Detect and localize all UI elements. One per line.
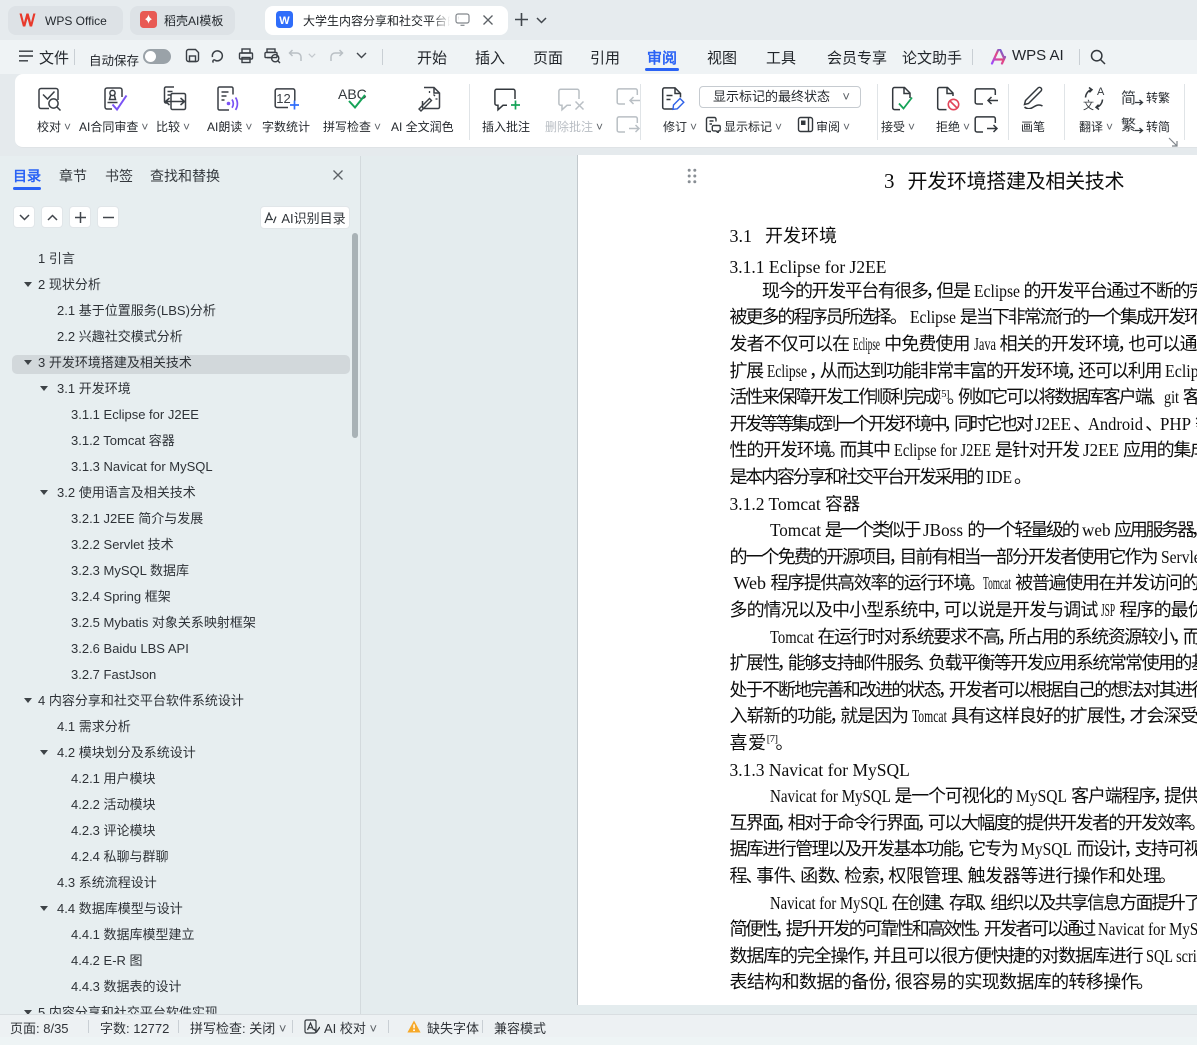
- svg-text:12: 12: [276, 91, 290, 106]
- svg-text:W: W: [279, 15, 290, 27]
- svg-text:A: A: [1097, 86, 1105, 98]
- svg-text:文: 文: [1083, 98, 1094, 112]
